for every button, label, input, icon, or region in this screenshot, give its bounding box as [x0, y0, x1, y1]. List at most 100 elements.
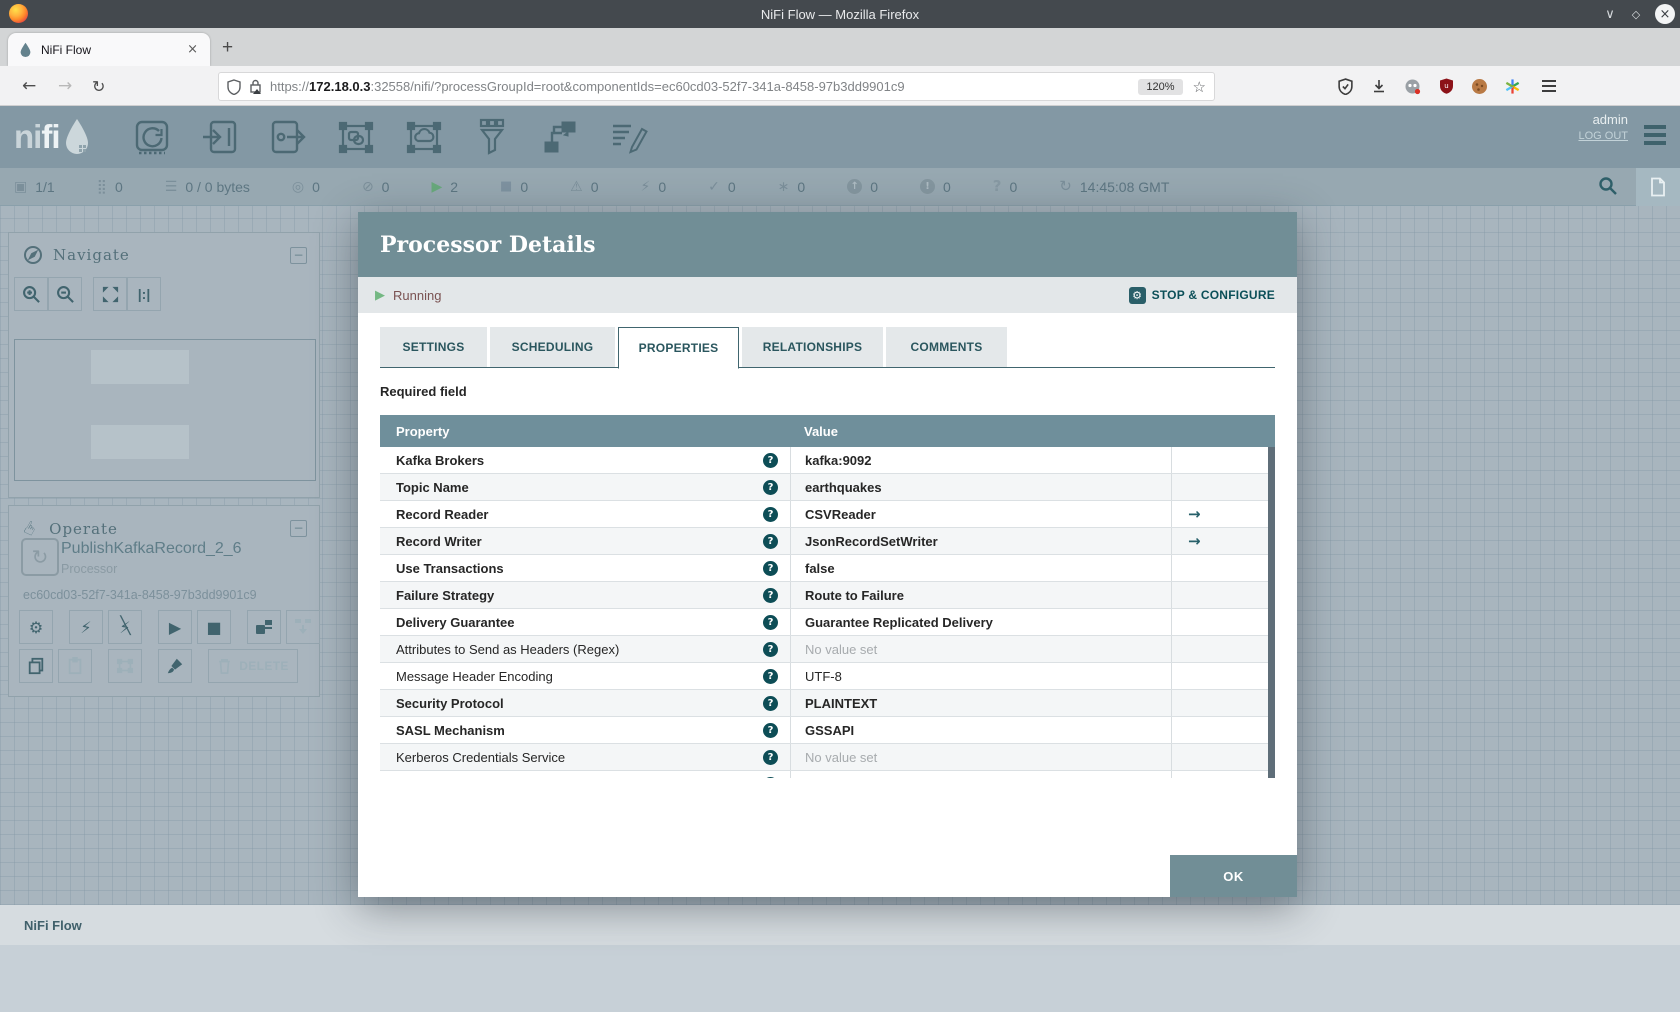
label-palette-icon[interactable] [608, 117, 648, 157]
help-icon[interactable]: ? [763, 614, 778, 630]
help-icon[interactable]: ? [763, 749, 778, 765]
ok-button[interactable]: OK [1170, 855, 1297, 897]
help-icon[interactable]: ? [763, 452, 778, 468]
start-button[interactable]: ▶ [158, 610, 192, 644]
table-scrollbar[interactable] [1268, 447, 1275, 778]
user-area: admin LOG OUT [1578, 112, 1628, 142]
breadcrumb[interactable]: NiFi Flow [24, 918, 82, 933]
help-icon[interactable]: ? [763, 722, 778, 738]
property-name: Kerberos Service Name [396, 777, 534, 779]
go-to-service-icon[interactable]: → [1188, 532, 1201, 550]
forward-button[interactable]: → [58, 66, 72, 106]
address-bar[interactable]: https://172.18.0.3:32558/nifi/?processGr… [218, 72, 1215, 101]
status-stopped-count: 0 [520, 178, 529, 195]
group-button[interactable] [108, 649, 142, 683]
cookie-extension-icon[interactable] [1466, 66, 1492, 106]
url-path: :32558/nifi/?processGroupId=root&compone… [370, 79, 905, 94]
help-icon[interactable]: ? [763, 776, 778, 778]
shield-check-icon[interactable] [1332, 66, 1358, 106]
dialog-status-row: ▶ Running ⚙ STOP & CONFIGURE [358, 277, 1297, 313]
menu-hamburger-icon[interactable] [1536, 66, 1562, 106]
url-scheme: https:// [270, 79, 310, 94]
birdseye-map[interactable] [14, 339, 316, 481]
help-icon[interactable]: ? [763, 506, 778, 522]
refresh-time: 14:45:08 GMT [1079, 178, 1170, 195]
property-value: PLAINTEXT [805, 695, 878, 711]
upload-template-button[interactable] [286, 610, 320, 644]
breadcrumb-bar: NiFi Flow [0, 905, 1680, 945]
process-group-palette-icon[interactable] [336, 117, 376, 157]
property-row: Use Transactions ? false [380, 555, 1275, 582]
selected-component-id: ec60cd03-52f7-341a-8458-97b3dd9901c9 [23, 588, 257, 602]
copy-button[interactable] [19, 649, 53, 683]
stop-button[interactable]: ■ [197, 610, 231, 644]
status-invalid-count: 0 [590, 178, 599, 195]
ublock-icon[interactable]: u [1433, 66, 1459, 106]
help-icon[interactable]: ? [763, 533, 778, 549]
property-cell: Kerberos Credentials Service ? [380, 744, 790, 770]
go-to-service-icon[interactable]: → [1188, 505, 1201, 523]
window-maximize-button[interactable]: ◇ [1624, 0, 1648, 28]
zoom-out-button[interactable] [48, 277, 82, 311]
zoom-fit-button[interactable] [93, 277, 127, 311]
help-icon[interactable]: ? [763, 560, 778, 576]
help-icon[interactable]: ? [763, 587, 778, 603]
tab-settings[interactable]: SETTINGS [380, 327, 487, 367]
output-port-palette-icon[interactable] [268, 117, 308, 157]
reload-button[interactable]: ↻ [92, 66, 105, 106]
input-port-palette-icon[interactable] [200, 117, 240, 157]
help-icon[interactable]: ? [763, 479, 778, 495]
global-menu-icon[interactable] [1644, 124, 1666, 142]
paste-button[interactable] [58, 649, 92, 683]
pinwheel-extension-icon[interactable] [1499, 66, 1525, 106]
collapse-navigate-icon[interactable]: − [290, 246, 307, 264]
new-tab-button[interactable]: + [222, 38, 233, 57]
disable-button[interactable]: ⚡ ╲ [108, 610, 142, 644]
help-icon[interactable]: ? [763, 668, 778, 684]
logout-link[interactable]: LOG OUT [1578, 130, 1628, 142]
mask-extension-icon[interactable] [1399, 66, 1425, 106]
running-icon: ▶ [431, 178, 443, 195]
invalid-icon: ⚠ [570, 178, 583, 195]
property-row: Security Protocol ? PLAINTEXT [380, 690, 1275, 717]
shield-icon[interactable] [227, 78, 241, 95]
help-icon[interactable]: ? [763, 641, 778, 657]
configuration-button[interactable]: ⚙ [19, 610, 53, 644]
value-cell: No value set [790, 771, 1171, 778]
tab-scheduling[interactable]: SCHEDULING [490, 327, 615, 367]
tab-properties[interactable]: PROPERTIES [618, 327, 739, 369]
back-button[interactable]: ← [22, 66, 36, 106]
property-row: Attributes to Send as Headers (Regex) ? … [380, 636, 1275, 663]
color-button[interactable] [158, 649, 192, 683]
remote-process-group-palette-icon[interactable] [404, 117, 444, 157]
delete-button[interactable]: DELETE [208, 649, 298, 683]
tab-comments[interactable]: COMMENTS [886, 327, 1007, 367]
lock-warning-icon[interactable] [249, 79, 262, 94]
collapse-operate-icon[interactable]: − [290, 520, 307, 537]
window-close-button[interactable]: × [1655, 4, 1675, 24]
processor-palette-icon[interactable] [132, 117, 172, 157]
refresh-icon[interactable]: ↻ [1059, 179, 1072, 194]
disabled-icon: ⚡ [640, 178, 651, 195]
selected-component-name: PublishKafkaRecord_2_6 [61, 540, 242, 557]
enable-button[interactable]: ⚡ [69, 610, 103, 644]
browser-tab[interactable]: NiFi Flow × [8, 33, 210, 66]
zoom-level-badge[interactable]: 120% [1138, 78, 1183, 95]
window-minimize-button[interactable]: ∨ [1598, 0, 1622, 28]
create-template-button[interactable] [247, 610, 281, 644]
search-icon[interactable] [1598, 176, 1618, 196]
tab-relationships[interactable]: RELATIONSHIPS [742, 327, 883, 367]
help-icon[interactable]: ? [763, 695, 778, 711]
zoom-in-button[interactable] [14, 277, 48, 311]
stop-and-configure-button[interactable]: ⚙ STOP & CONFIGURE [1128, 277, 1275, 313]
zoom-actual-button[interactable]: |:| [127, 277, 161, 311]
current-user: admin [1592, 112, 1628, 127]
sidebar-toggle-button[interactable] [1636, 168, 1680, 206]
active-threads-icon: ⣿ [96, 178, 107, 195]
funnel-palette-icon[interactable] [472, 117, 512, 157]
template-palette-icon[interactable] [540, 117, 580, 157]
downloads-icon[interactable] [1366, 66, 1392, 106]
tab-close-icon[interactable]: × [185, 42, 200, 57]
bookmark-star-icon[interactable]: ☆ [1193, 78, 1206, 96]
property-value: No value set [805, 749, 878, 765]
